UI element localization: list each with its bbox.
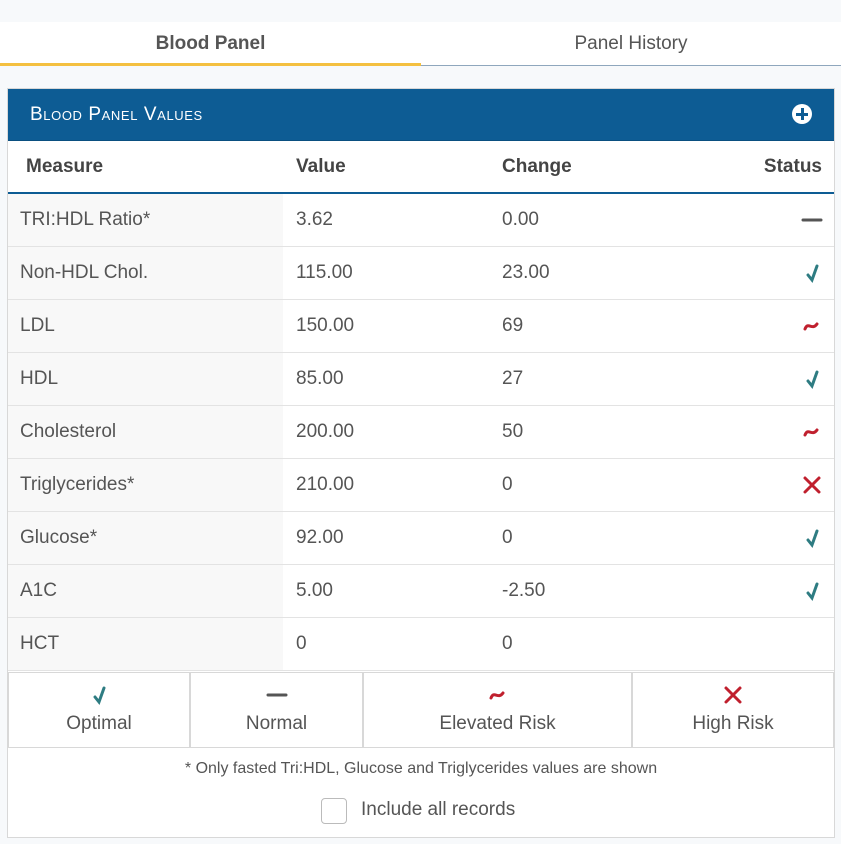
check-icon <box>800 579 822 603</box>
table-row: TRI:HDL Ratio* 3.62 0.00 <box>8 194 834 247</box>
x-icon <box>800 473 822 497</box>
legend-label: High Risk <box>692 713 774 734</box>
check-icon <box>800 261 822 285</box>
value-cell: 210.00 <box>296 474 355 495</box>
measure-cell: HCT <box>20 633 60 654</box>
change-cell: 0.00 <box>502 209 539 230</box>
blood-panel-card: Blood Panel Values Measure Value Change … <box>7 88 835 838</box>
panel-title: Blood Panel Values <box>30 104 203 125</box>
include-all-label: Include all records <box>361 799 516 820</box>
change-cell: 27 <box>502 368 524 389</box>
value-cell: 200.00 <box>296 421 355 442</box>
column-header-change: Change <box>502 156 572 177</box>
measure-cell: Non-HDL Chol. <box>20 262 149 283</box>
table-row: HCT 0 0 <box>8 618 834 671</box>
x-icon <box>721 683 745 707</box>
table-row: HDL 85.00 27 <box>8 353 834 406</box>
measure-cell: HDL <box>20 368 59 389</box>
dash-icon <box>800 208 823 232</box>
table-row: LDL 150.00 69 <box>8 300 834 353</box>
status-legend: Optimal Normal Elevated Risk High Risk <box>8 672 834 748</box>
tab-bar: Blood Panel Panel History <box>0 22 841 66</box>
plus-circle-icon[interactable] <box>792 104 812 124</box>
check-icon <box>800 367 822 391</box>
legend-item-normal: Normal <box>190 672 363 748</box>
change-cell: 0 <box>502 633 513 654</box>
legend-label: Elevated Risk <box>439 713 556 734</box>
column-header-status: Status <box>763 156 822 177</box>
value-cell: 85.00 <box>296 368 344 389</box>
change-cell: -2.50 <box>502 580 546 601</box>
measure-cell: LDL <box>20 315 55 336</box>
value-cell: 0 <box>296 633 307 654</box>
table-row: Non-HDL Chol. 115.00 23.00 <box>8 247 834 300</box>
value-cell: 150.00 <box>296 315 355 336</box>
check-icon <box>87 683 111 707</box>
legend-item-high: High Risk <box>632 672 834 748</box>
measure-cell: Glucose* <box>20 527 98 548</box>
footnote: * Only fasted Tri:HDL, Glucose and Trigl… <box>184 760 658 777</box>
value-cell: 3.62 <box>296 209 333 230</box>
tab-panel-history[interactable]: Panel History <box>421 22 841 66</box>
measure-cell: Triglycerides* <box>20 474 135 495</box>
change-cell: 0 <box>502 527 513 548</box>
legend-item-elevated: Elevated Risk <box>363 672 632 748</box>
table-header: Measure Value Change Status <box>8 141 834 194</box>
table-row: Triglycerides* 210.00 0 <box>8 459 834 512</box>
panel-header: Blood Panel Values <box>8 89 834 141</box>
table-body: TRI:HDL Ratio* 3.62 0.00 Non-HDL Chol. 115.0… <box>8 194 834 671</box>
tab-blood-panel[interactable]: Blood Panel <box>0 22 421 66</box>
legend-item-optimal: Optimal <box>8 672 190 748</box>
change-cell: 23.00 <box>502 262 550 283</box>
change-cell: 50 <box>502 421 524 442</box>
tilde-icon <box>800 314 822 338</box>
dash-icon <box>265 683 289 707</box>
measure-cell: Cholesterol <box>20 421 117 442</box>
table-row: Glucose* 92.00 0 <box>8 512 834 565</box>
change-cell: 69 <box>502 315 524 336</box>
measure-cell: TRI:HDL Ratio* <box>20 209 151 230</box>
check-icon <box>800 526 822 550</box>
tilde-icon <box>800 420 822 444</box>
legend-label: Normal <box>245 713 308 734</box>
column-header-measure: Measure <box>26 156 104 177</box>
value-cell: 5.00 <box>296 580 333 601</box>
value-cell: 92.00 <box>296 527 344 548</box>
column-header-value: Value <box>296 156 346 177</box>
table-row: A1C 5.00 -2.50 <box>8 565 834 618</box>
measure-cell: A1C <box>20 580 57 601</box>
change-cell: 0 <box>502 474 513 495</box>
tilde-icon <box>486 683 510 707</box>
value-cell: 115.00 <box>296 262 353 283</box>
legend-label: Optimal <box>66 713 132 734</box>
include-all-checkbox[interactable] <box>321 798 347 824</box>
table-row: Cholesterol 200.00 50 <box>8 406 834 459</box>
